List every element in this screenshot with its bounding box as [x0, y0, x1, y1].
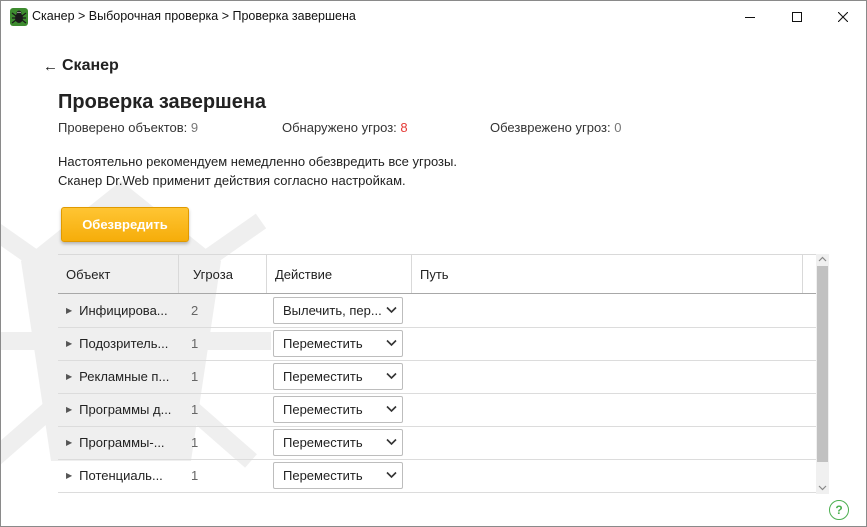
page-title: Проверка завершена — [58, 91, 267, 113]
back-link-label: Сканер — [62, 57, 119, 74]
expand-arrow-icon[interactable]: ▶ — [66, 339, 72, 348]
row-threat-count: 1 — [191, 402, 199, 417]
action-select-value: Вылечить, пер... — [283, 303, 382, 318]
action-select[interactable]: Переместить — [273, 429, 403, 456]
row-threat-count: 2 — [191, 303, 199, 318]
back-arrow-icon: ← — [43, 57, 58, 75]
row-object[interactable]: ▶ Потенциаль... — [66, 459, 176, 492]
table-header: Объект Угроза Действие Путь — [58, 255, 818, 294]
scrollbar-thumb[interactable] — [817, 266, 828, 462]
column-divider[interactable] — [802, 255, 803, 293]
action-select-value: Переместить — [283, 336, 363, 351]
row-object-label: Рекламные п... — [79, 369, 170, 384]
table-row[interactable]: ▶ Инфицирова... 2 Вылечить, пер... — [58, 294, 818, 328]
row-threat-count: 1 — [191, 435, 199, 450]
table-row[interactable]: ▶ Рекламные п... 1 Переместить — [58, 360, 818, 394]
row-object-label: Подозритель... — [79, 336, 169, 351]
recommendation-line: Настоятельно рекомендуем немедленно обез… — [58, 154, 457, 169]
stat-value: 9 — [190, 120, 199, 135]
chevron-down-icon — [386, 339, 397, 347]
close-icon — [838, 11, 848, 22]
expand-arrow-icon[interactable]: ▶ — [66, 372, 72, 381]
help-button[interactable]: ? — [829, 500, 849, 520]
stat-threats-neutralized: Обезврежено угроз: 0 — [490, 120, 621, 135]
table-scrollbar[interactable] — [816, 254, 829, 494]
row-object-label: Программы д... — [79, 402, 172, 417]
chevron-down-icon — [386, 438, 397, 446]
column-header-path[interactable]: Путь — [412, 255, 802, 293]
action-select-value: Переместить — [283, 402, 363, 417]
expand-arrow-icon[interactable]: ▶ — [66, 471, 72, 480]
row-object[interactable]: ▶ Подозритель... — [66, 327, 176, 360]
stat-label: Обнаружено угроз: — [282, 120, 397, 135]
title-bar: Сканер > Выборочная проверка > Проверка … — [1, 1, 866, 32]
scroll-down-icon[interactable] — [818, 483, 827, 492]
close-button[interactable] — [820, 1, 866, 32]
stat-value: 8 — [400, 120, 408, 135]
maximize-icon — [792, 11, 802, 22]
table-row[interactable]: ▶ Программы д... 1 Переместить — [58, 393, 818, 427]
row-object-label: Потенциаль... — [79, 468, 163, 483]
action-select[interactable]: Переместить — [273, 396, 403, 423]
action-select[interactable]: Вылечить, пер... — [273, 297, 403, 324]
scroll-up-icon[interactable] — [818, 255, 827, 264]
row-object-label: Программы-... — [79, 435, 165, 450]
row-threat-count: 1 — [191, 336, 199, 351]
stat-label: Обезврежено угроз: — [490, 120, 611, 135]
row-object[interactable]: ▶ Программы-... — [66, 426, 176, 459]
neutralize-button[interactable]: Обезвредить — [61, 207, 189, 242]
action-select[interactable]: Переместить — [273, 462, 403, 489]
window-title: Сканер > Выборочная проверка > Проверка … — [32, 9, 356, 23]
chevron-down-icon — [386, 471, 397, 479]
row-threat-count: 1 — [191, 369, 199, 384]
expand-arrow-icon[interactable]: ▶ — [66, 405, 72, 414]
column-header-object[interactable]: Объект — [58, 255, 178, 293]
maximize-button[interactable] — [774, 1, 820, 32]
action-select-value: Переместить — [283, 369, 363, 384]
action-select-value: Переместить — [283, 435, 363, 450]
recommendation-line: Сканер Dr.Web применит действия согласно… — [58, 173, 406, 188]
action-select[interactable]: Переместить — [273, 363, 403, 390]
table-row[interactable]: ▶ Потенциаль... 1 Переместить — [58, 459, 818, 493]
row-object[interactable]: ▶ Программы д... — [66, 393, 176, 426]
minimize-button[interactable] — [727, 1, 773, 32]
stat-scanned-objects: Проверено объектов: 9 — [58, 120, 198, 135]
minimize-icon — [745, 16, 755, 18]
column-divider[interactable] — [178, 255, 179, 293]
table-row[interactable]: ▶ Подозритель... 1 Переместить — [58, 327, 818, 361]
row-object[interactable]: ▶ Рекламные п... — [66, 360, 176, 393]
row-object[interactable]: ▶ Инфицирова... — [66, 294, 176, 327]
expand-arrow-icon[interactable]: ▶ — [66, 438, 72, 447]
stat-threats-detected: Обнаружено угроз: 8 — [282, 120, 408, 135]
column-header-threat[interactable]: Угроза — [185, 255, 265, 293]
back-to-scanner-link[interactable]: ← Сканер — [43, 57, 119, 75]
stat-label: Проверено объектов: — [58, 120, 188, 135]
chevron-down-icon — [386, 405, 397, 413]
recommendation-text: Настоятельно рекомендуем немедленно обез… — [58, 152, 457, 190]
chevron-down-icon — [386, 306, 397, 314]
row-threat-count: 1 — [191, 468, 199, 483]
stat-value: 0 — [614, 120, 622, 135]
expand-arrow-icon[interactable]: ▶ — [66, 306, 72, 315]
chevron-down-icon — [386, 372, 397, 380]
threats-table: Объект Угроза Действие Путь ▶ Инфицирова.… — [58, 254, 829, 495]
column-header-action[interactable]: Действие — [267, 255, 411, 293]
action-select[interactable]: Переместить — [273, 330, 403, 357]
action-select-value: Переместить — [283, 468, 363, 483]
row-object-label: Инфицирова... — [79, 303, 168, 318]
table-row[interactable]: ▶ Программы-... 1 Переместить — [58, 426, 818, 460]
drweb-spider-icon — [10, 8, 28, 26]
app-window: Сканер > Выборочная проверка > Проверка … — [0, 0, 867, 527]
